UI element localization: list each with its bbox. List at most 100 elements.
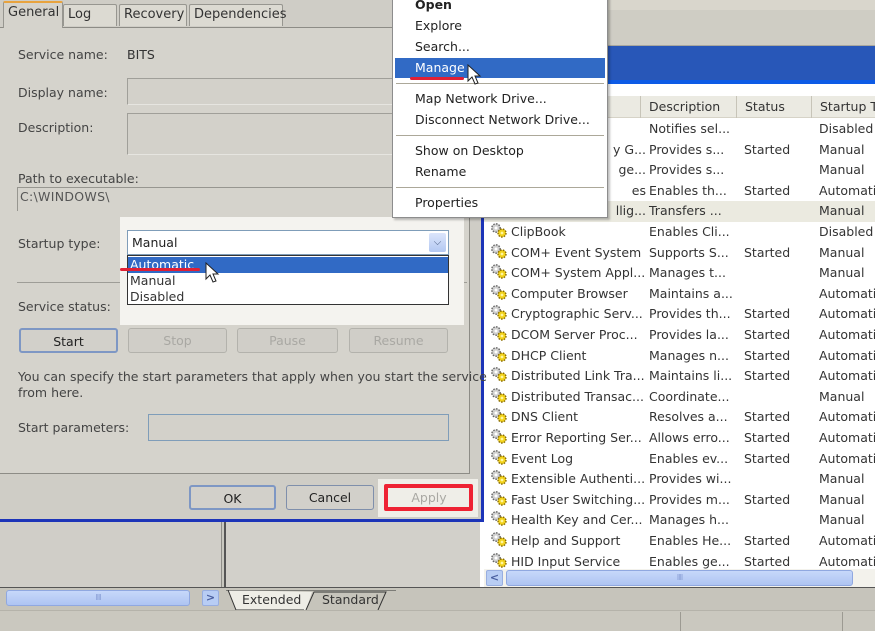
service-name-cell: Health Key and Cer... <box>511 512 643 528</box>
start-params-input[interactable] <box>148 414 449 441</box>
scroll-right-arrow-icon[interactable]: > <box>202 590 219 606</box>
service-status-cell: Started <box>744 409 791 425</box>
service-startup-cell: Manual <box>819 141 865 157</box>
tab-general[interactable]: General <box>3 1 63 28</box>
description-pane <box>224 522 480 587</box>
service-name-cell: COM+ System Appl... <box>511 265 646 281</box>
service-row[interactable]: Distributed Link Tra... Maintains li... St… <box>480 366 875 387</box>
service-name-cell: llig... <box>615 203 646 219</box>
menu-item-explore[interactable]: Explore <box>395 16 605 36</box>
menu-item-disconnect-network-drive[interactable]: Disconnect Network Drive... <box>395 110 605 130</box>
menu-item-open[interactable]: Open <box>395 0 605 15</box>
tree-horizontal-scrollbar[interactable]: IIII > <box>0 589 222 607</box>
service-row[interactable]: DNS Client Resolves a... Started Automatic <box>480 407 875 428</box>
service-status-cell: Started <box>744 141 791 157</box>
service-startup-cell: Automatic <box>819 450 875 466</box>
service-gear-icon <box>490 263 508 279</box>
service-startup-cell: Automatic <box>819 409 875 425</box>
mouse-pointer-icon <box>467 64 482 85</box>
pause-button[interactable]: Pause <box>237 328 338 353</box>
service-description-cell: Provides wi... <box>649 471 732 487</box>
service-name-label: Service name: <box>18 47 108 62</box>
stop-button[interactable]: Stop <box>128 328 227 353</box>
service-row[interactable]: Fast User Switching... Provides m... Start… <box>480 490 875 511</box>
service-gear-icon <box>490 407 508 424</box>
service-startup-cell: Disabled <box>819 224 874 239</box>
service-name-cell: Help and Support <box>511 533 621 548</box>
menu-item-properties[interactable]: Properties <box>395 193 605 213</box>
service-startup-cell: Automatic <box>819 285 875 301</box>
ok-button[interactable]: OK <box>189 485 276 510</box>
menu-separator <box>396 83 604 84</box>
menu-separator <box>396 135 604 136</box>
menu-separator <box>396 187 604 188</box>
startup-option-disabled[interactable]: Disabled <box>128 289 448 305</box>
resume-button[interactable]: Resume <box>349 328 448 353</box>
service-description-cell: Allows erro... <box>649 430 730 445</box>
tree-scrollbar-thumb[interactable]: IIII <box>6 590 190 606</box>
service-row[interactable]: Event Log Enables ev... Started Automatic <box>480 449 875 470</box>
service-status-cell: Started <box>744 306 791 322</box>
service-gear-icon <box>490 284 508 300</box>
service-gear-icon <box>490 531 508 547</box>
menu-item-map-network-drive[interactable]: Map Network Drive... <box>395 89 605 109</box>
startup-type-selected-value: Manual <box>132 235 178 250</box>
tab-extended[interactable]: Extended <box>226 590 308 610</box>
service-row[interactable]: Extensible Authenti... Provides wi... Manu… <box>480 469 875 490</box>
menu-item-manage[interactable]: Manage <box>395 58 605 78</box>
service-row[interactable]: ClipBook Enables Cli... Disabled <box>480 222 875 243</box>
cancel-button[interactable]: Cancel <box>286 485 374 510</box>
scrollbar-thumb[interactable]: IIII <box>506 570 853 586</box>
service-startup-cell: Manual <box>819 244 865 260</box>
service-row[interactable]: Distributed Transac... Coordinate... Manua… <box>480 387 875 408</box>
startup-type-select[interactable]: Manual ⌵ <box>127 230 449 255</box>
column-header-startup-type[interactable]: Startup T <box>811 96 875 118</box>
service-description-cell: Transfers ... <box>649 203 722 219</box>
scroll-left-arrow-icon[interactable]: < <box>486 570 503 586</box>
service-description-cell: Enables ev... <box>649 450 729 466</box>
apply-button[interactable]: Apply <box>385 485 473 510</box>
service-startup-cell: Manual <box>819 162 865 178</box>
service-row[interactable]: DCOM Server Proc... Provides la... Started… <box>480 325 875 346</box>
service-name-cell: DNS Client <box>511 409 579 425</box>
service-row[interactable]: Cryptographic Serv... Provides th... Start… <box>480 304 875 325</box>
service-startup-cell: Manual <box>819 388 865 404</box>
column-header-description[interactable]: Description <box>640 96 736 118</box>
service-status-cell: Started <box>744 368 791 384</box>
status-bar-divider <box>842 612 843 631</box>
tab-log-on[interactable]: Log On <box>63 4 117 42</box>
service-startup-cell: Automatic <box>819 327 875 342</box>
service-gear-icon <box>490 490 508 506</box>
menu-item-rename[interactable]: Rename <box>395 162 605 182</box>
service-row[interactable]: COM+ System Appl... Manages t... Manual <box>480 263 875 284</box>
startup-option-manual[interactable]: Manual <box>128 273 448 289</box>
service-status-cell: Started <box>744 244 791 260</box>
service-gear-icon <box>490 346 508 362</box>
services-horizontal-scrollbar[interactable]: < IIII <box>484 569 875 587</box>
service-description-cell: Provides s... <box>649 141 725 157</box>
service-row[interactable]: Help and Support Enables He... Started Auto… <box>480 531 875 552</box>
menu-item-show-on-desktop[interactable]: Show on Desktop <box>395 141 605 161</box>
service-row[interactable]: DHCP Client Manages n... Started Automatic <box>480 346 875 367</box>
service-row[interactable]: Computer Browser Maintains a... Automatic <box>480 284 875 305</box>
service-row[interactable]: COM+ Event System Supports S... Started Man… <box>480 243 875 264</box>
menu-item-search[interactable]: Search... <box>395 37 605 57</box>
tab-recovery[interactable]: Recovery <box>119 4 187 26</box>
tab-standard[interactable]: Standard <box>306 590 384 610</box>
service-description-cell: Provides m... <box>649 491 730 507</box>
start-button[interactable]: Start <box>19 328 118 353</box>
service-status-cell: Started <box>744 491 791 507</box>
service-row[interactable]: Error Reporting Ser... Allows erro... Star… <box>480 428 875 449</box>
service-startup-cell: Manual <box>819 491 865 507</box>
service-name-cell: ge... <box>618 162 646 178</box>
column-header-status[interactable]: Status <box>736 96 811 118</box>
service-description-cell: Enables He... <box>649 533 732 548</box>
service-startup-cell: Manual <box>819 265 865 281</box>
chevron-down-icon[interactable]: ⌵ <box>429 233 446 252</box>
description-label: Description: <box>18 120 94 135</box>
service-name-cell: Computer Browser <box>511 285 628 301</box>
tab-dependencies[interactable]: Dependencies <box>189 4 287 26</box>
service-status-cell: Started <box>744 450 791 466</box>
service-description-cell: Supports S... <box>649 244 729 260</box>
service-row[interactable]: Health Key and Cer... Manages h... Manual <box>480 510 875 531</box>
